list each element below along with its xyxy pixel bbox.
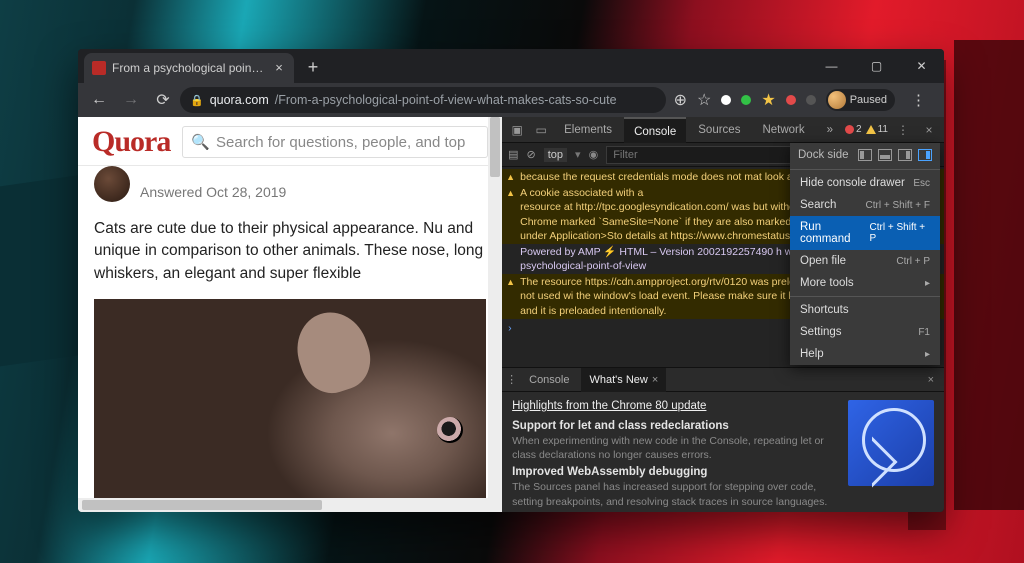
reload-button[interactable]: ⟳: [148, 86, 178, 114]
author-avatar[interactable]: [94, 166, 130, 202]
whatsnew-item-body: The Sources panel has increased support …: [512, 480, 838, 508]
tab-console[interactable]: Console: [624, 117, 686, 143]
zoom-icon[interactable]: ⊕: [674, 90, 687, 110]
menu-search[interactable]: SearchCtrl + Shift + F: [790, 194, 940, 216]
dock-left-icon[interactable]: [898, 149, 912, 161]
drawer-tab-whatsnew[interactable]: What's New×: [581, 368, 666, 392]
dock-undock-icon[interactable]: [858, 149, 872, 161]
dock-right-icon[interactable]: [918, 149, 932, 161]
tab-close-icon[interactable]: ×: [272, 61, 286, 75]
window-controls: — ▢ ✕: [809, 49, 944, 83]
answer-image: [94, 299, 486, 509]
whatsnew-promo-image: [848, 400, 934, 486]
menu-run-command[interactable]: Run commandCtrl + Shift + P: [790, 216, 940, 250]
extension-icon-2[interactable]: [741, 95, 751, 105]
window-minimize-button[interactable]: —: [809, 49, 854, 83]
live-expression-icon[interactable]: ◉: [589, 148, 599, 161]
whatsnew-item-title: Support for let and class redeclarations: [512, 420, 838, 432]
chrome-window: From a psychological point of vie × + — …: [78, 49, 944, 512]
search-placeholder: Search for questions, people, and top: [216, 134, 465, 151]
clear-console-icon[interactable]: ⊘: [527, 148, 536, 161]
console-sidebar-icon[interactable]: ▤: [508, 148, 518, 161]
error-count-badge[interactable]: 2: [845, 124, 862, 135]
tab-overflow[interactable]: »: [817, 117, 843, 143]
inspect-element-icon[interactable]: ▣: [506, 123, 528, 137]
devtools-more-menu: Dock side Hide console drawerEsc SearchC…: [790, 143, 940, 365]
web-page: Quora 🔍 Search for questions, people, an…: [78, 117, 502, 512]
close-icon[interactable]: ×: [652, 374, 658, 386]
chrome-menu-button[interactable]: ⋮: [905, 91, 932, 109]
quora-header: Quora 🔍 Search for questions, people, an…: [78, 117, 502, 166]
new-tab-button[interactable]: +: [300, 55, 326, 81]
devtools-close-icon[interactable]: ×: [918, 123, 940, 137]
drawer-close-icon[interactable]: ×: [922, 374, 940, 386]
search-icon: 🔍: [191, 133, 210, 151]
menu-more-tools[interactable]: More tools▸: [790, 272, 940, 294]
window-maximize-button[interactable]: ▢: [854, 49, 899, 83]
menu-shortcuts[interactable]: Shortcuts: [790, 299, 940, 321]
devtools-panel: ▣ ▭ Elements Console Sources Network » 2…: [502, 117, 944, 512]
menu-settings[interactable]: SettingsF1: [790, 321, 940, 343]
extension-icon-1[interactable]: [721, 95, 731, 105]
window-close-button[interactable]: ✕: [899, 49, 944, 83]
menu-open-file[interactable]: Open fileCtrl + P: [790, 250, 940, 272]
dock-bottom-icon[interactable]: [878, 149, 892, 161]
device-toggle-icon[interactable]: ▭: [530, 123, 552, 137]
quora-search-input[interactable]: 🔍 Search for questions, people, and top: [182, 126, 488, 158]
bookmark-icon[interactable]: ☆: [697, 90, 711, 110]
whatsnew-headline: Highlights from the Chrome 80 update: [512, 400, 838, 412]
profile-chip[interactable]: Paused: [826, 89, 895, 111]
answer-block: Answered Oct 28, 2019 Cats are cute due …: [78, 166, 502, 509]
whatsnew-item-title: Improved WebAssembly debugging: [512, 466, 838, 478]
answered-date: Answered Oct 28, 2019: [140, 184, 286, 200]
url-path: /From-a-psychological-point-of-view-what…: [275, 93, 617, 107]
toolbar: ← → ⟳ 🔒 quora.com/From-a-psychological-p…: [78, 83, 944, 117]
whatsnew-item-body: When experimenting with new code in the …: [512, 434, 838, 462]
devtools-drawer: ⋮ Console What's New× × Highlights from …: [502, 367, 944, 512]
warning-count-badge[interactable]: 11: [866, 124, 888, 135]
dock-side-row: Dock side: [790, 143, 940, 167]
devtools-settings-icon[interactable]: ⋮: [892, 123, 914, 137]
drawer-menu-icon[interactable]: ⋮: [506, 373, 517, 386]
page-horizontal-scrollbar[interactable]: [78, 498, 488, 512]
extension-icon-5[interactable]: [806, 95, 816, 105]
back-button[interactable]: ←: [84, 86, 114, 114]
drawer-tabstrip: ⋮ Console What's New× ×: [502, 368, 944, 392]
tab-title: From a psychological point of vie: [112, 61, 266, 75]
titlebar: From a psychological point of vie × + — …: [78, 49, 944, 83]
devtools-tabstrip: ▣ ▭ Elements Console Sources Network » 2…: [502, 117, 944, 143]
toolbar-icons: ⊕ ☆ ★ Paused ⋮: [668, 89, 938, 111]
url-domain: quora.com: [210, 93, 269, 107]
quora-logo[interactable]: Quora: [92, 125, 170, 159]
page-vertical-scrollbar[interactable]: [488, 117, 502, 512]
tab-network[interactable]: Network: [752, 117, 814, 143]
browser-tab[interactable]: From a psychological point of vie ×: [84, 53, 294, 83]
extension-icon-4[interactable]: [786, 95, 796, 105]
whatsnew-body: Highlights from the Chrome 80 update Sup…: [502, 392, 944, 512]
drawer-tab-console[interactable]: Console: [521, 368, 577, 392]
profile-label: Paused: [850, 94, 887, 106]
answer-text: Cats are cute due to their physical appe…: [94, 218, 486, 285]
context-selector[interactable]: top: [544, 148, 567, 162]
extension-icon-3[interactable]: ★: [761, 90, 775, 110]
tab-favicon: [92, 61, 106, 75]
avatar-icon: [828, 91, 846, 109]
menu-help[interactable]: Help▸: [790, 343, 940, 365]
tab-elements[interactable]: Elements: [554, 117, 622, 143]
dock-side-label: Dock side: [798, 149, 849, 161]
menu-hide-drawer[interactable]: Hide console drawerEsc: [790, 172, 940, 194]
lock-icon: 🔒: [190, 94, 204, 107]
address-bar[interactable]: 🔒 quora.com/From-a-psychological-point-o…: [180, 87, 666, 113]
tab-sources[interactable]: Sources: [688, 117, 750, 143]
content-split: Quora 🔍 Search for questions, people, an…: [78, 117, 944, 512]
forward-button[interactable]: →: [116, 86, 146, 114]
